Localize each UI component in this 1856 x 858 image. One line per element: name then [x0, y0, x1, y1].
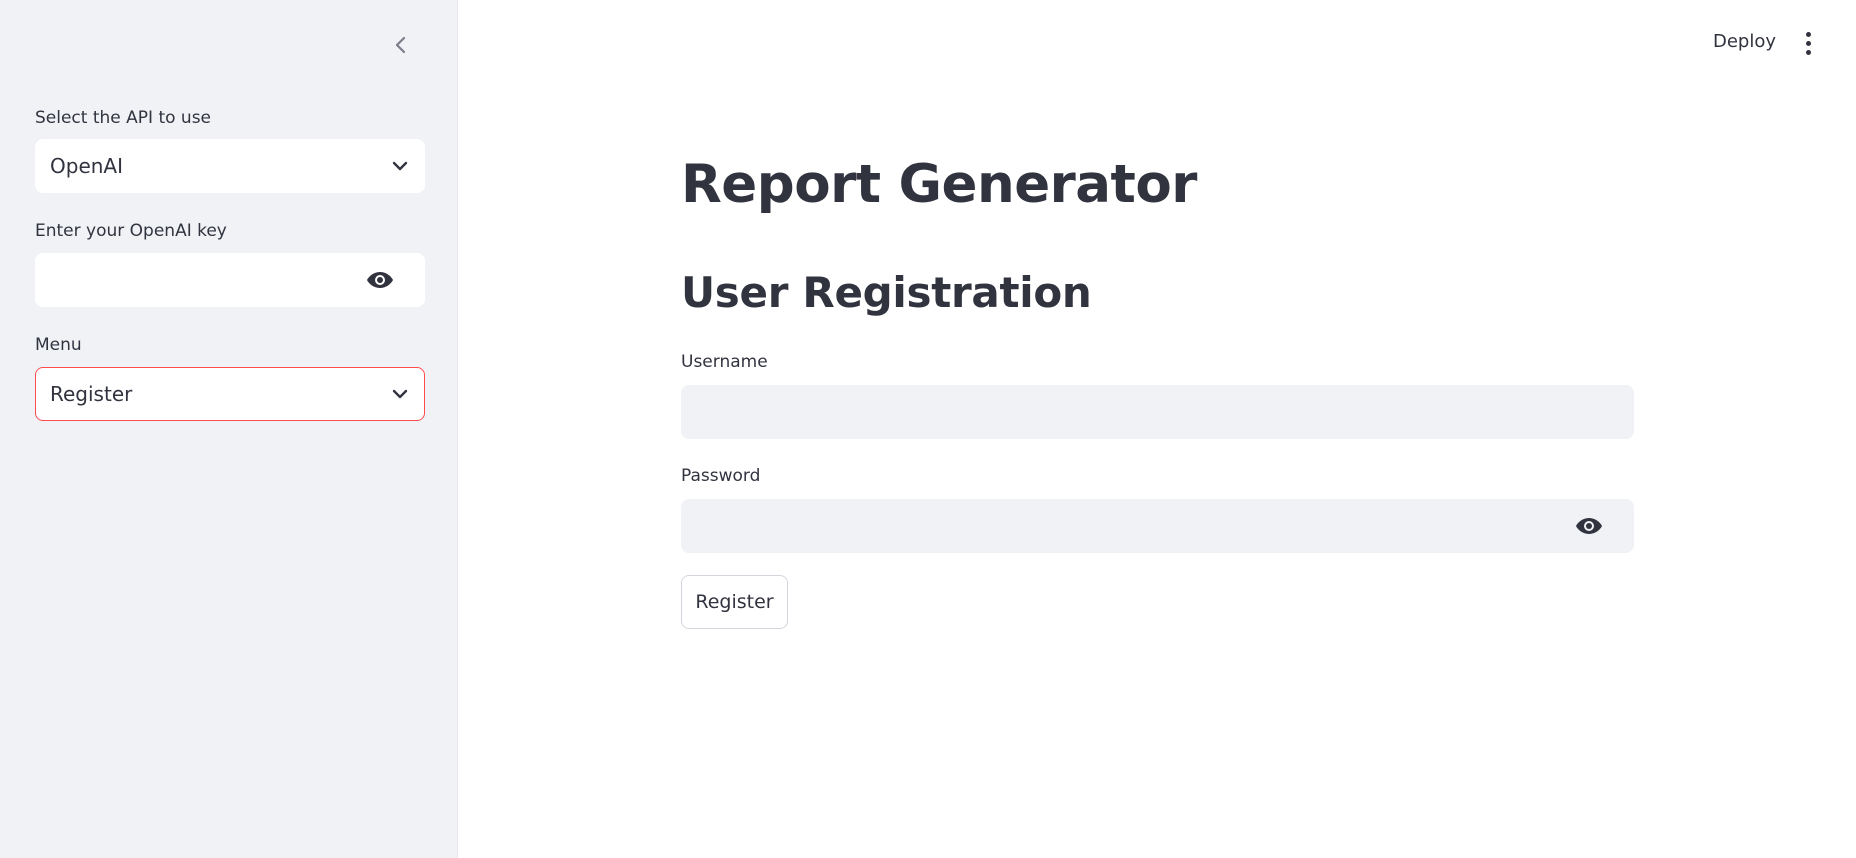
- kebab-menu-icon: [1805, 40, 1811, 46]
- username-label: Username: [681, 352, 768, 372]
- password-field: [681, 499, 1634, 553]
- show-password-button[interactable]: [1574, 511, 1604, 541]
- chevron-down-icon: [390, 156, 410, 176]
- menu-select[interactable]: Register: [35, 367, 425, 421]
- api-select-label: Select the API to use: [35, 108, 212, 128]
- section-title: User Registration: [681, 268, 1092, 317]
- password-input[interactable]: [681, 499, 1561, 553]
- show-password-button[interactable]: [365, 265, 395, 295]
- openai-key-input[interactable]: [35, 253, 365, 307]
- username-input[interactable]: [681, 385, 1561, 439]
- main-menu-button[interactable]: [1798, 30, 1818, 56]
- chevron-down-icon: [390, 384, 410, 404]
- menu-select-label: Menu: [35, 335, 82, 355]
- app-root: Select the API to use OpenAI Enter your …: [0, 0, 1856, 858]
- page-title: Report Generator: [681, 154, 1197, 215]
- openai-key-label: Enter your OpenAI key: [35, 221, 227, 241]
- sidebar: Select the API to use OpenAI Enter your …: [0, 0, 458, 858]
- deploy-button[interactable]: Deploy: [1713, 31, 1776, 52]
- api-select[interactable]: OpenAI: [35, 139, 425, 193]
- kebab-menu-icon: [1805, 31, 1811, 37]
- register-button[interactable]: Register: [681, 575, 788, 629]
- openai-key-field: [35, 253, 425, 307]
- password-label: Password: [681, 466, 761, 486]
- menu-select-value: Register: [50, 382, 133, 406]
- username-field: [681, 385, 1634, 439]
- collapse-sidebar-button[interactable]: [388, 32, 414, 58]
- eye-icon: [1576, 518, 1602, 534]
- kebab-menu-icon: [1805, 49, 1811, 55]
- chevron-left-icon: [395, 36, 406, 54]
- eye-icon: [367, 272, 393, 288]
- api-select-value: OpenAI: [50, 154, 123, 178]
